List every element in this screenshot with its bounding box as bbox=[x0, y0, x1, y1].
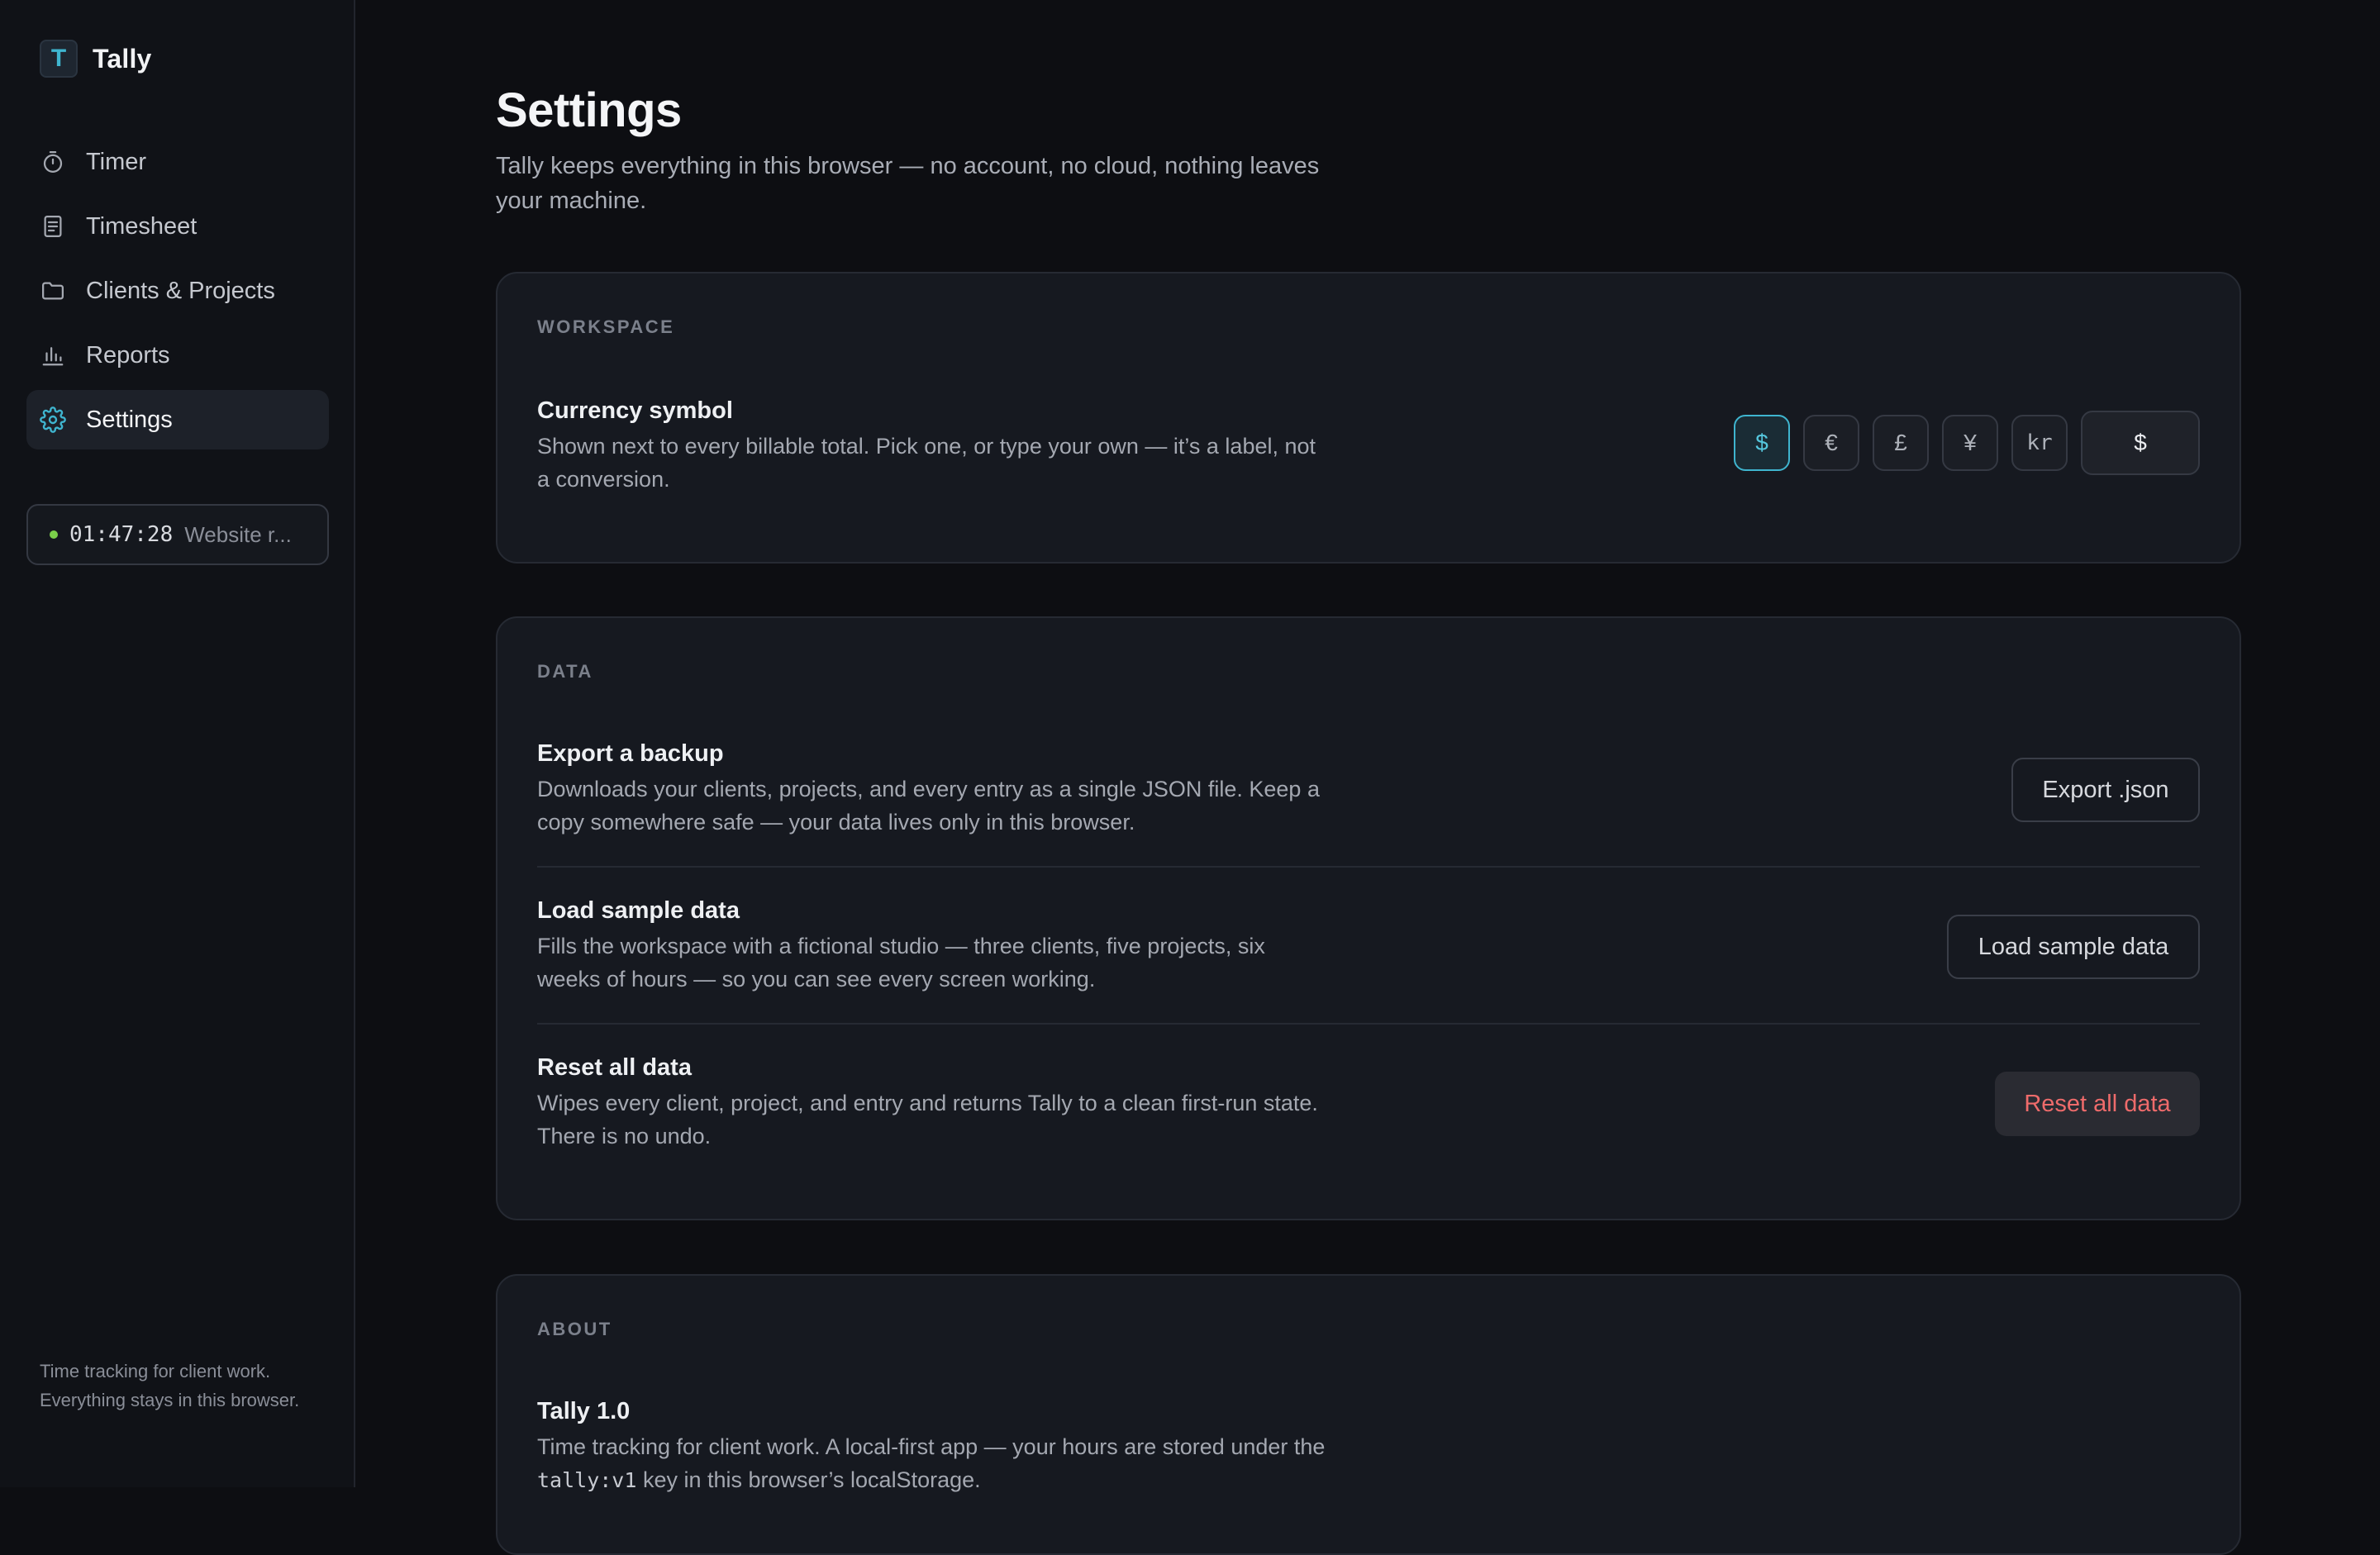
setting-title: Export a backup bbox=[537, 740, 724, 767]
currency-option-krona[interactable]: kr bbox=[2011, 415, 2068, 471]
section-label: WORKSPACE bbox=[537, 316, 675, 337]
app-version: Tally 1.0 bbox=[537, 1398, 631, 1424]
divider bbox=[537, 866, 2200, 868]
export-setting: Export a backup Downloads your clients, … bbox=[537, 740, 1330, 839]
storage-key: tally:v1 bbox=[537, 1468, 637, 1492]
page-subtitle: Tally keeps everything in this browser —… bbox=[496, 153, 1320, 214]
currency-setting: Currency symbol Shown next to every bill… bbox=[537, 397, 1330, 496]
divider bbox=[537, 1023, 2200, 1025]
currency-option-pound[interactable]: £ bbox=[1873, 415, 1929, 471]
sidebar-item-clients-projects[interactable]: Clients & Projects bbox=[26, 261, 329, 321]
gear-icon bbox=[40, 407, 66, 433]
sidebar-item-label: Clients & Projects bbox=[86, 277, 275, 304]
workspace-card: WORKSPACE Currency symbol Shown next to … bbox=[496, 272, 2241, 564]
about-card: ABOUT Tally 1.0 Time tracking for client… bbox=[496, 1274, 2241, 1555]
sidebar-nav: Timer Timesheet Clients & Projects Repor… bbox=[26, 132, 329, 454]
section-label: ABOUT bbox=[537, 1319, 612, 1339]
document-icon bbox=[40, 213, 66, 240]
brand[interactable]: T Tally bbox=[40, 40, 152, 78]
sidebar-item-label: Timer bbox=[86, 148, 147, 175]
currency-picker: $ € £ ¥ kr bbox=[1734, 411, 2200, 475]
page-title: Settings bbox=[496, 83, 682, 137]
running-status-dot bbox=[50, 530, 58, 539]
export-json-button[interactable]: Export .json bbox=[2011, 758, 2200, 822]
about-text-after: key in this browser’s localStorage. bbox=[642, 1467, 981, 1492]
about-info: Tally 1.0 Time tracking for client work.… bbox=[537, 1398, 1330, 1497]
setting-description: Downloads your clients, projects, and ev… bbox=[537, 777, 1320, 835]
sidebar-item-timesheet[interactable]: Timesheet bbox=[26, 197, 329, 256]
sidebar: T Tally Timer Timesheet Clients & Projec… bbox=[0, 0, 355, 1487]
bar-chart-icon bbox=[40, 342, 66, 369]
logo-letter: T bbox=[50, 45, 67, 72]
reset-setting: Reset all data Wipes every client, proje… bbox=[537, 1054, 1330, 1153]
app-name: Tally bbox=[93, 43, 152, 74]
section-label: DATA bbox=[537, 661, 593, 682]
reset-all-data-button[interactable]: Reset all data bbox=[1995, 1072, 2200, 1136]
setting-description: Wipes every client, project, and entry a… bbox=[537, 1091, 1318, 1148]
setting-title: Load sample data bbox=[537, 897, 740, 924]
sidebar-footer: Time tracking for client work. Everythin… bbox=[40, 1361, 300, 1410]
sidebar-item-reports[interactable]: Reports bbox=[26, 326, 329, 385]
currency-option-euro[interactable]: € bbox=[1803, 415, 1859, 471]
currency-option-yen[interactable]: ¥ bbox=[1942, 415, 1998, 471]
about-text-before: Time tracking for client work. A local-f… bbox=[537, 1434, 1326, 1459]
stopwatch-icon bbox=[40, 149, 66, 175]
sidebar-item-label: Timesheet bbox=[86, 212, 198, 240]
sidebar-item-timer[interactable]: Timer bbox=[26, 132, 329, 192]
sidebar-item-label: Settings bbox=[86, 406, 173, 433]
sample-data-setting: Load sample data Fills the workspace wit… bbox=[537, 897, 1330, 996]
setting-title: Currency symbol bbox=[537, 397, 733, 424]
custom-currency-input[interactable] bbox=[2081, 411, 2200, 475]
sidebar-item-settings[interactable]: Settings bbox=[26, 390, 329, 449]
currency-option-dollar[interactable]: $ bbox=[1734, 415, 1790, 471]
load-sample-data-button[interactable]: Load sample data bbox=[1947, 915, 2200, 979]
setting-description: Fills the workspace with a fictional stu… bbox=[537, 934, 1265, 991]
setting-title: Reset all data bbox=[537, 1054, 692, 1081]
sidebar-item-label: Reports bbox=[86, 341, 170, 369]
folder-icon bbox=[40, 278, 66, 304]
data-card: DATA Export a backup Downloads your clie… bbox=[496, 616, 2241, 1220]
app-logo: T bbox=[40, 40, 78, 78]
setting-description: Shown next to every billable total. Pick… bbox=[537, 434, 1316, 492]
running-timer-label: Website r... bbox=[184, 521, 292, 547]
running-timer[interactable]: 01:47:28 Website r... bbox=[26, 504, 329, 565]
running-timer-time: 01:47:28 bbox=[69, 522, 174, 547]
